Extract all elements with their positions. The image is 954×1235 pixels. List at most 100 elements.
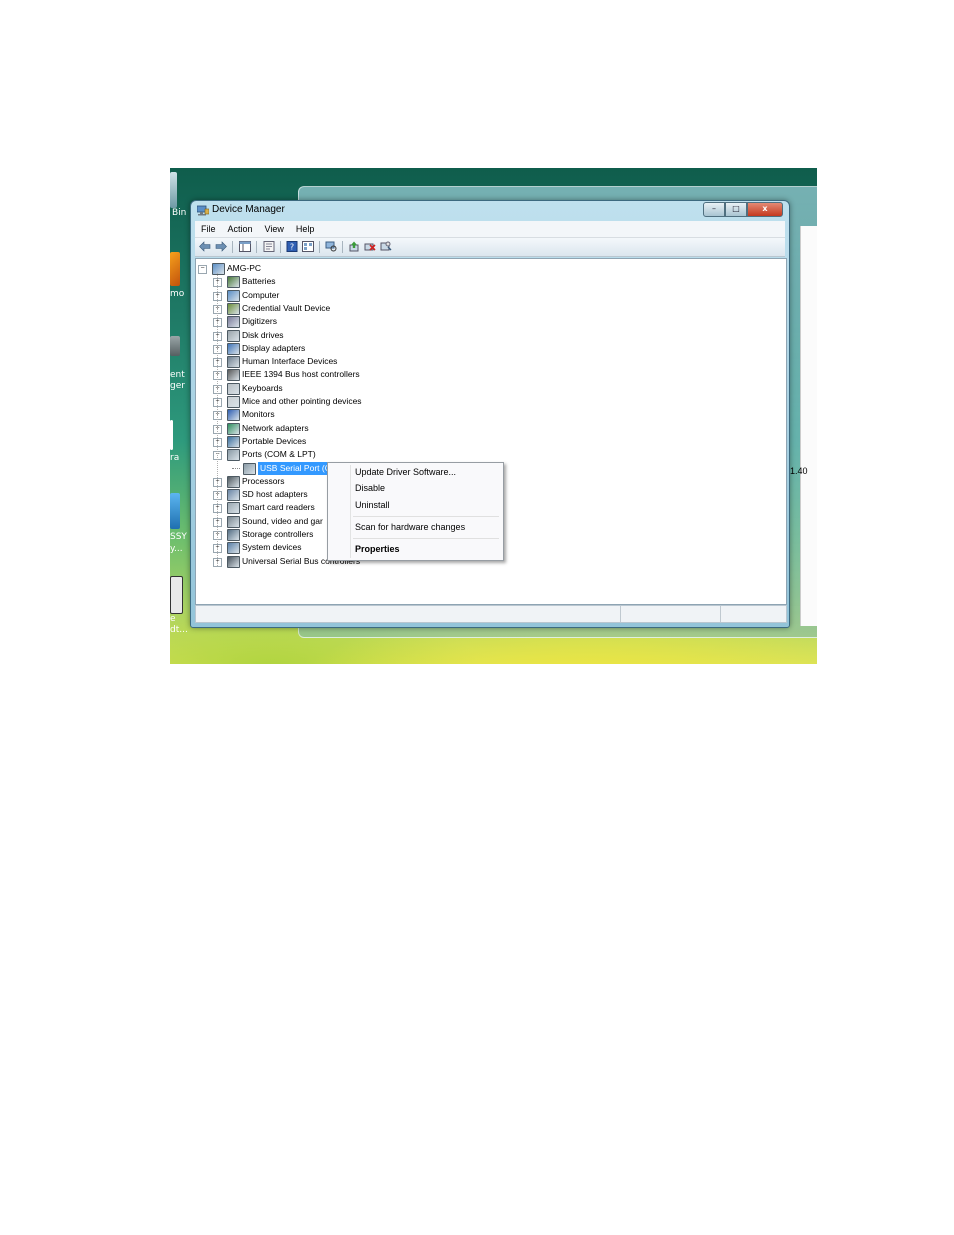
display-adapter-icon bbox=[227, 342, 240, 355]
app-icon[interactable] bbox=[170, 576, 183, 614]
help-icon[interactable]: ? bbox=[286, 241, 298, 252]
desktop-label: e bbox=[170, 614, 176, 624]
minimize-button[interactable]: – bbox=[703, 202, 725, 217]
device-manager-window[interactable]: Device Manager – □ x File Action View He… bbox=[190, 200, 790, 628]
view-icon[interactable] bbox=[302, 241, 314, 252]
tree-item-label: IEEE 1394 Bus host controllers bbox=[242, 369, 360, 380]
desktop-label: dt... bbox=[170, 625, 188, 635]
sd-adapter-icon bbox=[227, 489, 240, 502]
context-menu: Update Driver Software... Disable Uninst… bbox=[327, 462, 504, 561]
tree-item-label: Ports (COM & LPT) bbox=[242, 449, 316, 460]
scan-hardware-icon[interactable] bbox=[325, 241, 337, 252]
tree-item[interactable]: − Ports (COM & LPT) bbox=[196, 448, 781, 462]
computer-icon bbox=[227, 289, 240, 302]
portable-device-icon bbox=[227, 435, 240, 448]
tree-connector bbox=[232, 467, 240, 469]
desktop-label: ra bbox=[170, 453, 180, 463]
tree-item-label: Storage controllers bbox=[242, 529, 314, 539]
menu-item-scan-hardware[interactable]: Scan for hardware changes bbox=[355, 522, 465, 532]
tree-item[interactable]: + Human Interface Devices bbox=[196, 355, 781, 369]
desktop-label: Bin bbox=[172, 208, 187, 218]
tree-item-label: Credential Vault Device bbox=[242, 302, 331, 313]
tree-item-label: Sound, video and gar bbox=[242, 515, 323, 526]
monitor-icon bbox=[227, 409, 240, 422]
desktop-label: y... bbox=[170, 544, 183, 554]
menu-view[interactable]: View bbox=[259, 224, 290, 234]
desktop-label: SSY bbox=[170, 532, 187, 542]
smart-card-icon bbox=[227, 502, 240, 515]
title-bar[interactable]: Device Manager – □ x bbox=[191, 201, 789, 221]
tree-item-label: Human Interface Devices bbox=[242, 356, 338, 367]
tree-item[interactable]: + Monitors bbox=[196, 408, 781, 422]
tree-item[interactable]: + Keyboards bbox=[196, 382, 781, 395]
tree-item-label: System devices bbox=[242, 542, 302, 553]
tree-item-label: Display adapters bbox=[242, 342, 306, 353]
toolbar-separator bbox=[232, 241, 233, 253]
close-button[interactable]: x bbox=[747, 202, 783, 217]
disk-drive-icon bbox=[227, 329, 240, 342]
tree-item[interactable]: + Mice and other pointing devices bbox=[196, 395, 781, 408]
tree-item[interactable]: + Portable Devices bbox=[196, 435, 781, 448]
menu-item-properties[interactable]: Properties bbox=[355, 544, 400, 554]
menu-help[interactable]: Help bbox=[290, 224, 321, 234]
menu-action[interactable]: Action bbox=[222, 224, 259, 234]
tree-item[interactable]: + IEEE 1394 Bus host controllers bbox=[196, 368, 781, 382]
toolbar-separator bbox=[280, 241, 281, 253]
tree-root[interactable]: − AMG-PC bbox=[196, 262, 781, 275]
forward-arrow-icon[interactable] bbox=[215, 241, 227, 252]
toolbar-separator bbox=[342, 241, 343, 253]
status-divider bbox=[720, 606, 721, 622]
tree-item[interactable]: + Display adapters bbox=[196, 342, 781, 355]
tree-item[interactable]: + Disk drives bbox=[196, 329, 781, 342]
tree-item-label: Processors bbox=[242, 475, 285, 486]
context-menu-gutter bbox=[350, 465, 351, 558]
collapse-toggle[interactable]: − bbox=[198, 265, 207, 274]
network-adapter-icon bbox=[227, 422, 240, 435]
tree-item-label: Smart card readers bbox=[242, 502, 315, 513]
tree-item-label: Digitizers bbox=[242, 316, 277, 327]
processor-icon bbox=[227, 475, 240, 488]
tree-item-label: Batteries bbox=[242, 276, 276, 287]
app-icon[interactable] bbox=[170, 420, 173, 450]
update-driver-icon[interactable] bbox=[348, 241, 360, 252]
disable-icon[interactable] bbox=[380, 241, 392, 252]
tree-item[interactable]: + Credential Vault Device bbox=[196, 302, 781, 315]
tree-item-label: Computer bbox=[242, 289, 280, 300]
hid-icon bbox=[227, 356, 240, 369]
desktop-label: mo bbox=[170, 289, 185, 299]
app-icon[interactable] bbox=[170, 493, 180, 529]
menu-item-disable[interactable]: Disable bbox=[355, 483, 385, 493]
tree-item-label: Portable Devices bbox=[242, 435, 307, 446]
context-menu-separator bbox=[353, 516, 499, 517]
background-window-panel bbox=[800, 226, 817, 626]
properties-icon[interactable] bbox=[263, 241, 275, 252]
maximize-button[interactable]: □ bbox=[725, 202, 747, 217]
toolbar: ? bbox=[195, 238, 785, 257]
app-icon[interactable] bbox=[170, 336, 180, 356]
tree-root-label: AMG-PC bbox=[227, 263, 261, 273]
app-icon[interactable] bbox=[170, 252, 180, 286]
digitizer-icon bbox=[227, 316, 240, 329]
tree-item[interactable]: + Computer bbox=[196, 289, 781, 302]
menu-file[interactable]: File bbox=[195, 224, 222, 234]
tree-item[interactable]: + Digitizers bbox=[196, 315, 781, 329]
tree-item-label: SD host adapters bbox=[242, 489, 308, 500]
back-arrow-icon[interactable] bbox=[199, 241, 211, 252]
selected-device-label: USB Serial Port (C bbox=[258, 461, 333, 475]
keyboard-icon bbox=[227, 382, 240, 395]
uninstall-icon[interactable] bbox=[364, 241, 376, 252]
sound-icon bbox=[227, 515, 240, 528]
tree-item[interactable]: + Batteries bbox=[196, 275, 781, 289]
recycle-bin-icon[interactable] bbox=[170, 172, 177, 208]
menu-item-uninstall[interactable]: Uninstall bbox=[355, 500, 390, 510]
credential-icon bbox=[227, 302, 240, 315]
menu-item-update-driver[interactable]: Update Driver Software... bbox=[355, 467, 456, 477]
status-bar bbox=[195, 605, 787, 623]
show-hide-console-tree-icon[interactable] bbox=[239, 241, 251, 252]
tree-item[interactable]: + Network adapters bbox=[196, 422, 781, 435]
desktop-label: ent bbox=[170, 370, 185, 380]
tree-item-label: Network adapters bbox=[242, 422, 309, 433]
svg-text:?: ? bbox=[290, 243, 294, 252]
context-menu-separator bbox=[353, 538, 499, 539]
window-controls: – □ x bbox=[703, 202, 783, 217]
